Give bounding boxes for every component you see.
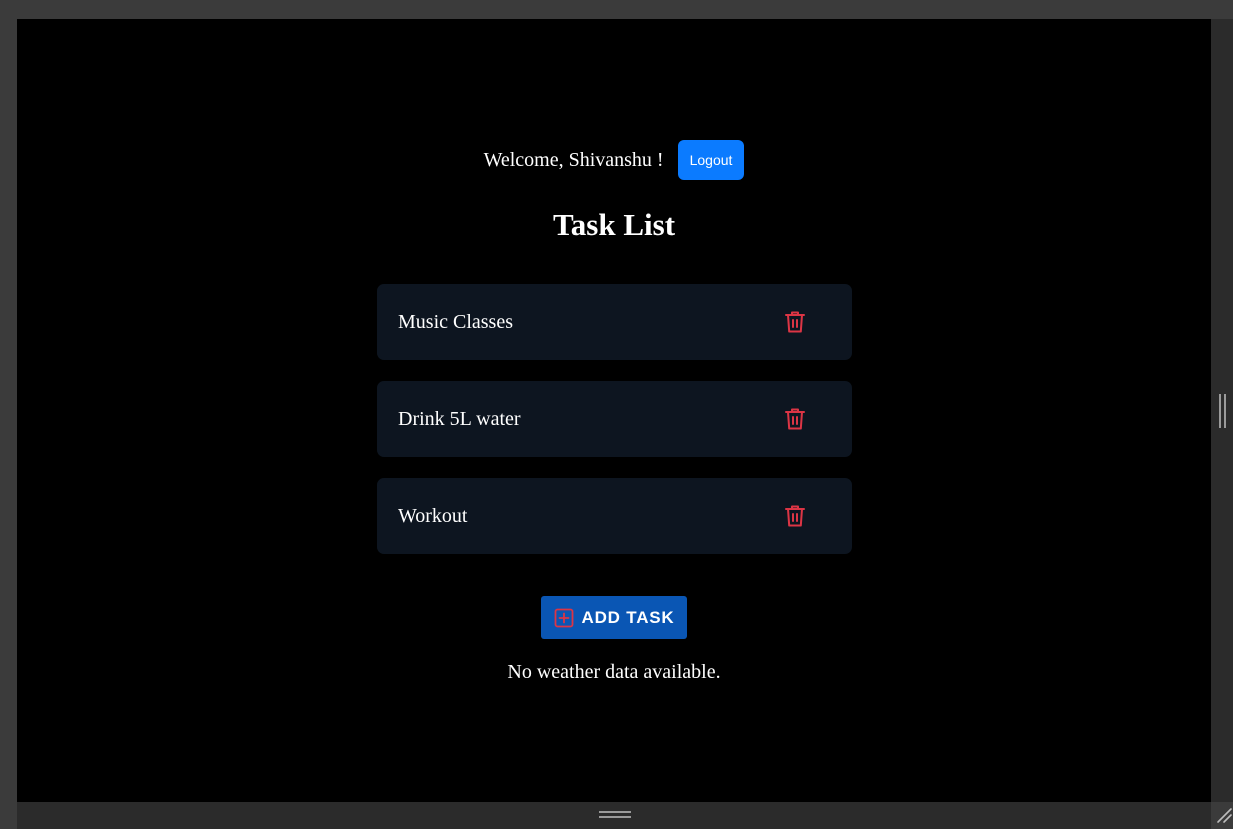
task-item: Drink 5L water <box>377 381 852 457</box>
welcome-header: Welcome, Shivanshu ! Logout <box>17 140 1211 180</box>
task-item: Workout <box>377 478 852 554</box>
add-task-button[interactable]: ADD TASK <box>541 596 687 639</box>
task-label: Workout <box>398 505 468 527</box>
delete-task-button[interactable] <box>779 500 811 532</box>
vertical-resize-handle[interactable] <box>1219 394 1227 428</box>
task-item: Music Classes <box>377 284 852 360</box>
trash-icon <box>785 505 805 527</box>
trash-icon <box>785 408 805 430</box>
task-list: Music Classes Drink 5L water Workout <box>377 284 852 575</box>
task-label: Music Classes <box>398 311 513 333</box>
logout-button[interactable]: Logout <box>677 140 745 180</box>
delete-task-button[interactable] <box>779 403 811 435</box>
left-gutter <box>0 19 17 829</box>
plus-square-icon <box>554 608 573 627</box>
browser-frame: Welcome, Shivanshu ! Logout Task List Mu… <box>0 0 1233 829</box>
weather-status: No weather data available. <box>507 661 721 683</box>
add-task-label: ADD TASK <box>581 607 675 627</box>
horizontal-resize-handle[interactable] <box>599 811 631 819</box>
task-label: Drink 5L water <box>398 408 521 430</box>
app-viewport: Welcome, Shivanshu ! Logout Task List Mu… <box>17 19 1211 802</box>
resize-corner-icon[interactable] <box>1215 806 1233 824</box>
delete-task-button[interactable] <box>779 306 811 338</box>
trash-icon <box>785 311 805 333</box>
page-title: Task List <box>552 207 676 242</box>
welcome-message: Welcome, Shivanshu ! <box>483 148 664 171</box>
